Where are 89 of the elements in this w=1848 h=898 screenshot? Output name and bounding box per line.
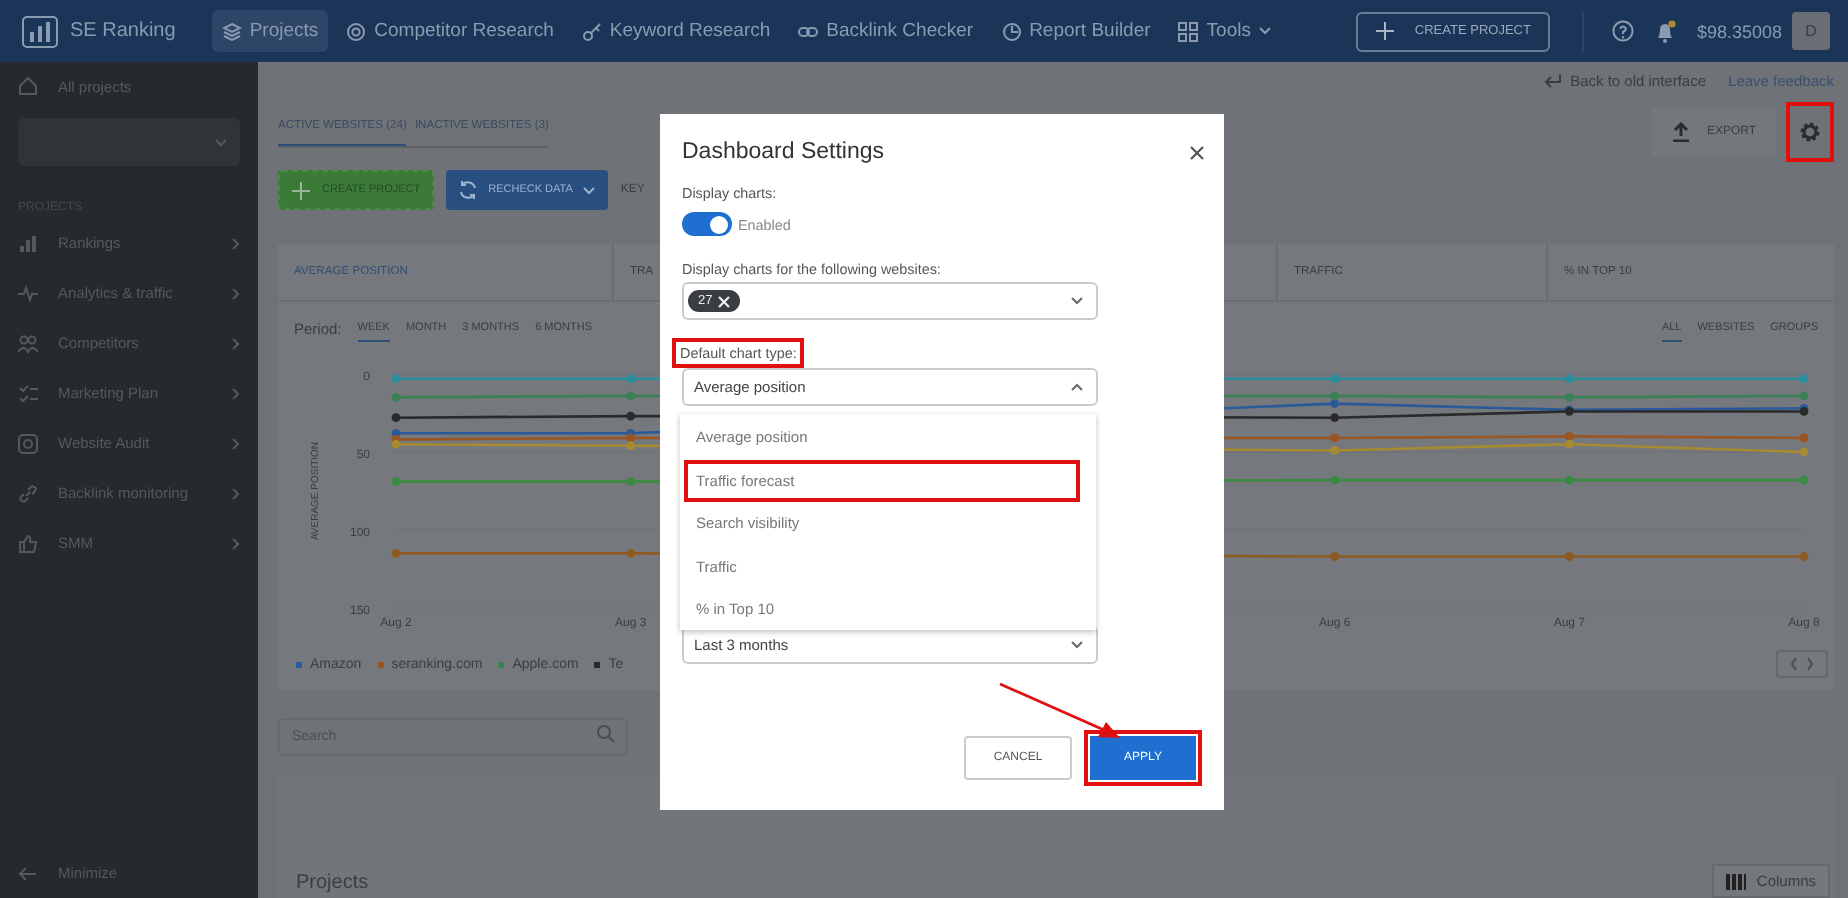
point [1564, 439, 1574, 449]
account-balance: $98.35008 [1696, 21, 1782, 41]
caret-icon [1258, 26, 1273, 36]
point [1564, 393, 1574, 402]
projects-heading: Projects [296, 872, 369, 894]
pager[interactable] [1776, 650, 1828, 678]
point [1799, 391, 1809, 401]
point [391, 549, 401, 558]
chevron-down-icon [1070, 296, 1084, 306]
point [626, 411, 636, 421]
point [391, 393, 401, 402]
nav-link[interactable]: Tools [1168, 10, 1283, 52]
columns-icon [1726, 873, 1747, 889]
nav-link[interactable]: Projects [211, 10, 329, 52]
point [626, 391, 636, 401]
nav-link[interactable]: Keyword Research [571, 10, 781, 52]
logo-icon [22, 15, 58, 47]
point [1330, 433, 1340, 443]
target-icon [346, 21, 367, 41]
point [1799, 374, 1809, 384]
pulse-icon [18, 283, 38, 303]
point [391, 477, 401, 487]
chevron-right-icon [232, 537, 240, 549]
dialog-title: Dashboard Settings [682, 140, 885, 164]
clock-icon [1001, 21, 1022, 41]
toggle-switch[interactable] [682, 212, 732, 236]
key-icon [581, 21, 602, 41]
bell-icon [1654, 19, 1677, 43]
magnifier-icon [18, 433, 38, 453]
chevron-right-icon [232, 487, 240, 499]
home-icon [18, 76, 38, 96]
point [1330, 399, 1340, 409]
remove-icon [718, 295, 731, 307]
checklist-icon [18, 383, 38, 403]
point [1564, 475, 1574, 485]
bar-chart-icon [18, 233, 38, 253]
point [1330, 413, 1340, 423]
point [1330, 446, 1340, 455]
chevron-up-icon [1070, 382, 1084, 392]
close-icon [1190, 146, 1204, 160]
point [391, 439, 401, 449]
point [1330, 374, 1340, 384]
link-icon [18, 483, 38, 503]
thumbs-up-icon [18, 533, 38, 553]
nav-link[interactable]: Competitor Research [336, 10, 564, 52]
chevron-right-icon [232, 387, 240, 399]
upload-icon [1672, 122, 1691, 142]
chevron-right-icon [232, 237, 240, 249]
nav-link[interactable]: Backlink Checker [788, 10, 984, 52]
arrows-icon [1790, 656, 1814, 672]
layers-icon [221, 21, 242, 41]
point [1330, 552, 1340, 561]
caret-icon [582, 185, 597, 195]
help-icon [1612, 20, 1635, 42]
point [1564, 552, 1574, 561]
point [626, 433, 636, 443]
brand-name: SE Ranking [70, 20, 176, 42]
point [1799, 447, 1809, 457]
arrow [996, 680, 1124, 744]
point [626, 477, 636, 487]
point [1799, 433, 1809, 443]
plus-icon [292, 181, 310, 199]
chevron-right-icon [232, 437, 240, 449]
chevron-right-icon [232, 287, 240, 299]
settings-icon [1798, 120, 1822, 144]
point [1330, 475, 1340, 485]
point [1330, 391, 1340, 401]
point [1564, 374, 1574, 384]
point [626, 549, 636, 558]
point [626, 441, 636, 451]
refresh-icon [458, 180, 479, 200]
settings-button[interactable] [1786, 102, 1834, 162]
plus-icon [1376, 22, 1395, 40]
search-icon [596, 723, 616, 743]
chevron-down-icon [214, 137, 228, 147]
point [1799, 475, 1809, 485]
point [1799, 552, 1809, 561]
point [1564, 432, 1574, 441]
chevron-down-icon [1070, 640, 1084, 650]
return-arrow-icon [1544, 72, 1563, 90]
people-icon [18, 333, 38, 353]
point [626, 374, 636, 384]
nav-link[interactable]: Report Builder [991, 10, 1161, 52]
point [391, 413, 401, 423]
chevron-right-icon [232, 337, 240, 349]
link-icon [798, 21, 819, 41]
arrow-left-icon [18, 863, 38, 883]
point [391, 374, 401, 384]
grid-icon [1178, 21, 1199, 41]
